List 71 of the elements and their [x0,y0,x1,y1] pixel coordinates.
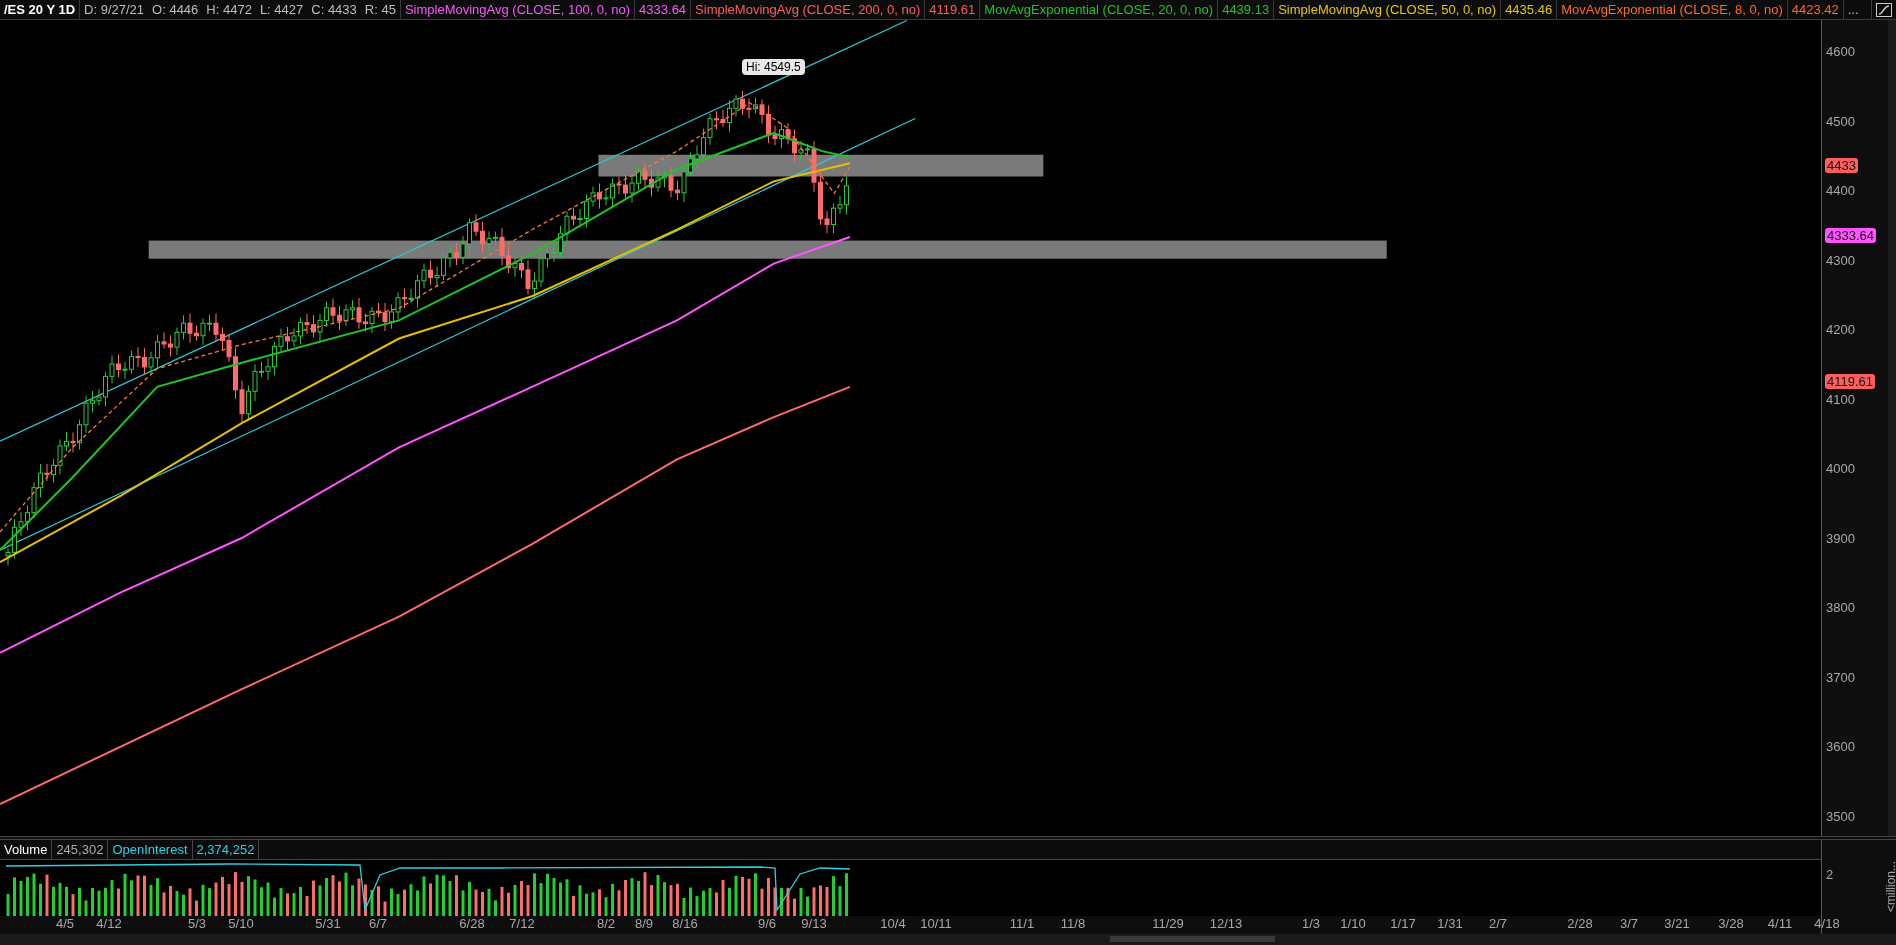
date-tick-label: 3/21 [1664,917,1690,931]
study-value: 4423.42 [1786,0,1843,19]
open-interest-label: OpenInterest [108,840,193,859]
price-badge: 4433 [1825,158,1858,173]
date-tick-label: 1/3 [1301,917,1321,931]
study-value: 4439.13 [1217,0,1274,19]
study-name[interactable]: MovAvgExponential (CLOSE, 8, 0, no) [1556,0,1787,19]
date-tick-label: 5/10 [228,917,254,931]
quote-field: L: 4427 [255,0,308,19]
study-name[interactable]: SimpleMovingAvg (CLOSE, 50, 0, no) [1273,0,1501,19]
volume-label: Volume [0,840,53,859]
study-value: 4119.61 [924,0,980,19]
date-tick-label: 11/29 [1152,917,1184,931]
scrollbar-thumb[interactable] [1110,936,1275,942]
date-tick-label: 9/13 [801,917,827,931]
study-name[interactable]: MovAvgExponential (CLOSE, 20, 0, no) [979,0,1218,19]
date-tick-label: 4/11 [1767,917,1793,931]
date-tick-label: 5/31 [315,917,341,931]
date-tick-label: 11/1 [1009,917,1035,931]
price-tick-label: 4500 [1826,114,1855,129]
date-tick-label: 1/17 [1390,917,1416,931]
volume-value: 245,302 [52,840,109,859]
price-tick-label: 4100 [1826,392,1855,407]
date-tick-label: 7/12 [509,917,535,931]
high-price-label: Hi: 4549.5 [742,59,805,75]
study-name[interactable]: SimpleMovingAvg (CLOSE, 200, 0, no) [690,0,925,19]
date-tick-label: 2/28 [1567,917,1593,931]
date-tick-label: 4/12 [96,917,122,931]
study-value: 4333.64 [634,0,691,19]
date-tick-label: 5/3 [187,917,207,931]
price-tick-label: 3600 [1826,740,1855,754]
date-tick-label: 6/28 [459,917,485,931]
price-badge: 4119.61 [1825,374,1876,389]
date-tick-label: 8/2 [596,917,616,931]
more-studies-button[interactable]: ... [1842,0,1863,19]
date-tick-label: 1/10 [1340,917,1366,931]
quote-field: R: 45 [360,0,400,19]
date-tick-label: 6/7 [368,917,388,931]
price-tick-label: 3800 [1826,601,1855,615]
study-value: 4435.46 [1500,0,1557,19]
date-tick-label: 4/18 [1814,917,1840,931]
date-tick-label: 2/7 [1488,917,1508,931]
date-tick-label: 11/8 [1060,917,1086,931]
study-name[interactable]: SimpleMovingAvg (CLOSE, 100, 0, no) [399,0,635,19]
date-tick-label: 3/7 [1619,917,1639,931]
price-tick-label: 3500 [1826,809,1855,824]
price-tick-label: 4300 [1826,253,1855,268]
price-tick-label: 4600 [1826,45,1855,59]
date-tick-label: 8/9 [634,917,654,931]
date-tick-label: 1/31 [1437,917,1463,931]
symbol-label[interactable]: /ES 20 Y 1D [0,0,81,19]
volume-tick-label: 2 [1826,868,1834,882]
unit-label: <million... [1885,861,1896,912]
date-tick-label: 12/13 [1209,917,1243,931]
open-interest-value: 2,374,252 [192,840,260,859]
date-tick-label: 4/5 [55,917,75,931]
quote-field: O: 4446 [148,0,203,19]
quote-field: C: 4433 [307,0,361,19]
price-tick-label: 3700 [1826,670,1855,685]
price-tick-label: 4200 [1826,323,1855,337]
price-badge: 4333.64 [1825,228,1876,243]
date-tick-label: 8/16 [672,917,698,931]
quote-field: H: 4472 [202,0,256,19]
price-tick-label: 4400 [1826,184,1855,198]
date-tick-label: 9/6 [757,917,777,931]
date-tick-label: 10/4 [880,917,906,931]
price-tick-label: 3900 [1826,531,1855,546]
quote-field: D: 9/27/21 [80,0,149,19]
price-tick-label: 4000 [1826,462,1855,476]
date-tick-label: 3/28 [1718,917,1744,931]
date-tick-label: 10/11 [920,917,952,931]
